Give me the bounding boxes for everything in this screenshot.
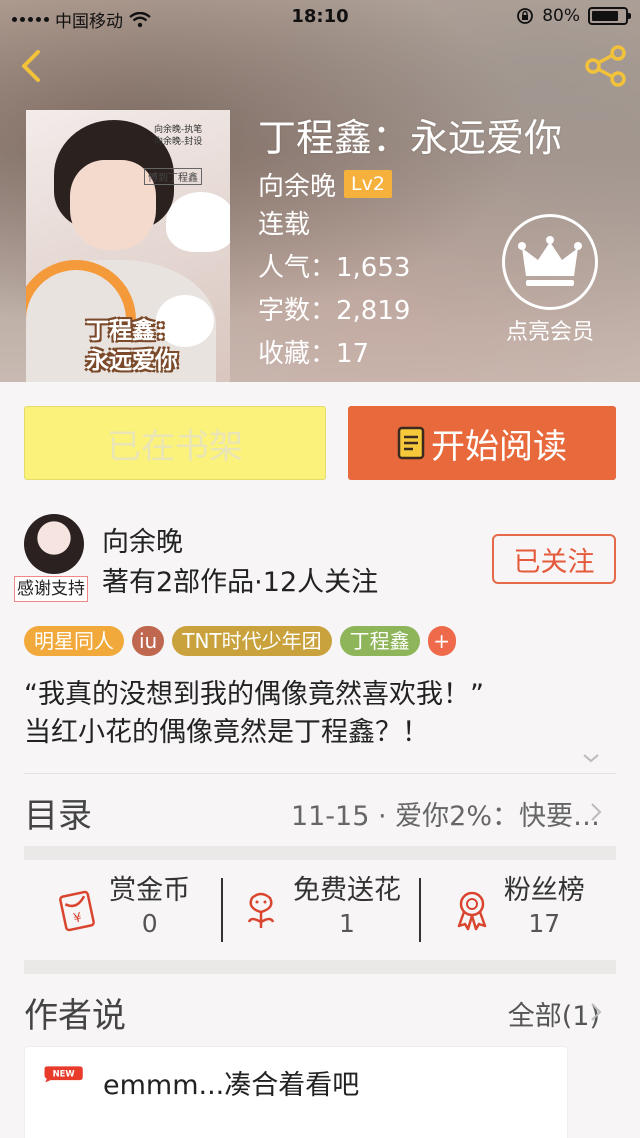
stats-row: ¥ 赏金币 0 免费送花 1 粉丝榜 17 (24, 860, 616, 960)
new-badge: NEW (44, 1066, 83, 1083)
reward-coins-button[interactable]: ¥ 赏金币 0 (24, 860, 221, 960)
action-bar: 已在书架 开始阅读 (0, 382, 640, 500)
tag-item[interactable]: 明星同人 (24, 626, 124, 656)
stat-value: 1 (339, 909, 355, 938)
chevron-down-icon[interactable] (582, 752, 600, 764)
fan-ranking-button[interactable]: 粉丝榜 17 (418, 860, 616, 960)
book-icon (397, 426, 425, 460)
author-name[interactable]: 向余晚 (258, 166, 336, 203)
rotation-lock-icon (517, 8, 534, 24)
book-header: 中国移动 18:10 80% 向余晚-执笔 向余晚-封设 傅到丁程鑫 丁程鑫： … (0, 0, 640, 382)
toc-label: 目录 (24, 796, 92, 836)
battery-icon (588, 7, 631, 25)
table-of-contents-row[interactable]: 目录 11-15 · 爱你2%：快要… (0, 774, 640, 846)
share-button[interactable] (584, 44, 628, 88)
stat-label: 粉丝榜 (503, 875, 585, 906)
follow-button[interactable]: 已关注 (492, 534, 616, 584)
author-says-title: 作者说 (24, 996, 126, 1036)
stat-value: 0 (141, 909, 158, 938)
red-envelope-icon: ¥ (59, 890, 96, 932)
add-tag-button[interactable]: + (427, 626, 456, 656)
avatar[interactable] (24, 514, 84, 574)
svg-text:¥: ¥ (72, 910, 83, 926)
status-bar: 中国移动 18:10 80% (0, 0, 640, 34)
vip-label: 点亮会员 (505, 320, 594, 345)
author-row-name[interactable]: 向余晚 (102, 520, 183, 559)
chevron-right-icon (591, 803, 602, 821)
battery-percent: 80% (542, 6, 580, 26)
cover-tag: 傅到丁程鑫 (144, 168, 202, 185)
view-all-link[interactable]: 全部(1) (508, 994, 600, 1033)
chevron-right-icon[interactable] (590, 1002, 602, 1022)
latest-chapter: 11-15 · 爱你2%：快要… (290, 801, 600, 832)
section-separator (24, 846, 616, 860)
tag-item[interactable]: TNT时代少年团 (172, 626, 332, 656)
crown-icon (518, 236, 582, 286)
cover-credits: 向余晚-执笔 向余晚-封设 (154, 125, 203, 147)
tag-list: 明星同人 iu TNT时代少年团 丁程鑫 + (24, 626, 456, 656)
section-separator (24, 960, 616, 974)
medal-icon (457, 891, 487, 931)
send-flower-button[interactable]: 免费送花 1 (221, 860, 418, 960)
author-row: 感谢支持 向余晚 著有2部作品·12人关注 已关注 (0, 508, 640, 608)
author-note-text: emmm...凑合着看吧 (103, 1070, 360, 1101)
book-title: 丁程鑫：永远爱你 (258, 116, 563, 160)
on-shelf-button[interactable]: 已在书架 (24, 406, 326, 480)
back-button[interactable] (14, 48, 50, 84)
author-says-header: 作者说 全部(1) (0, 976, 640, 1046)
author-stats: 著有2部作品·12人关注 (102, 567, 379, 598)
svg-text:NEW: NEW (53, 1069, 76, 1079)
stat-value: 17 (528, 909, 561, 938)
thanks-badge: 感谢支持 (14, 576, 88, 602)
vip-button[interactable]: 点亮会员 (500, 214, 600, 346)
stat-label: 赏金币 (109, 875, 191, 906)
author-note-card[interactable]: NEW emmm...凑合着看吧 (24, 1046, 568, 1138)
tag-item[interactable]: iu (132, 626, 165, 656)
book-description[interactable]: “我真的没想到我的偶像竟然喜欢我！” 当红小花的偶像竟然是丁程鑫？！ (24, 676, 484, 752)
cover-title: 丁程鑫： 永远爱你 (86, 318, 178, 374)
start-reading-button[interactable]: 开始阅读 (348, 406, 616, 480)
book-cover[interactable]: 向余晚-执笔 向余晚-封设 傅到丁程鑫 丁程鑫： 永远爱你 (26, 110, 230, 382)
flower-icon (247, 892, 275, 928)
tag-item[interactable]: 丁程鑫 (339, 626, 420, 656)
level-badge: Lv2 (344, 170, 392, 198)
stat-label: 免费送花 (292, 875, 401, 906)
